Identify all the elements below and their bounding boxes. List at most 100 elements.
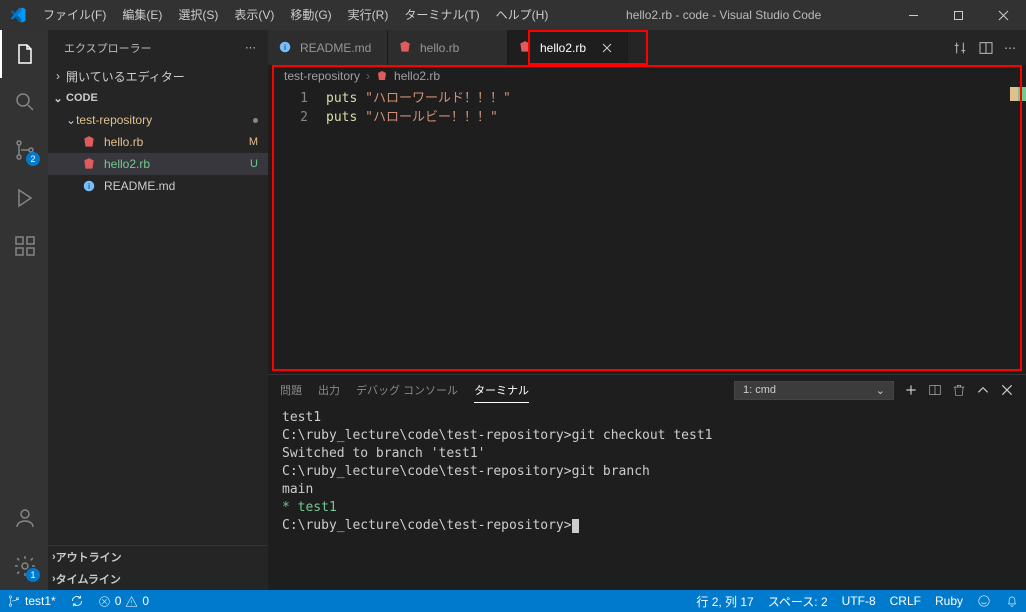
outline-label: アウトライン	[56, 549, 122, 565]
sidebar-more-icon[interactable]: ⋯	[245, 41, 258, 54]
status-language[interactable]: Ruby	[928, 594, 970, 608]
workspace-name: CODE	[66, 92, 98, 104]
token-identifier: puts	[326, 110, 357, 125]
panel-tab-problems[interactable]: 問題	[280, 378, 302, 402]
panel-tab-output[interactable]: 出力	[318, 378, 340, 402]
close-button[interactable]	[981, 0, 1026, 30]
status-branch-name: test1*	[25, 594, 56, 608]
info-file-icon: i	[278, 40, 294, 56]
terminal-line: C:\ruby_lecture\code\test-repository>	[282, 517, 1012, 535]
activity-run[interactable]	[0, 174, 48, 222]
menu-view[interactable]: 表示(V)	[226, 0, 282, 30]
code-area[interactable]: puts "ハローワールド！！！" puts "ハロールビー！！！"	[326, 87, 936, 374]
status-encoding[interactable]: UTF-8	[835, 594, 883, 608]
status-branch[interactable]: test1*	[0, 594, 63, 608]
menu-edit[interactable]: 編集(E)	[114, 0, 170, 30]
status-bar: test1* 0 0 行 2, 列 17 スペース: 2 UTF-8 CRLF …	[0, 590, 1026, 612]
kill-terminal-icon[interactable]	[952, 383, 966, 397]
code-line: puts "ハローワールド！！！"	[326, 89, 936, 108]
activity-search[interactable]	[0, 78, 48, 126]
minimap-marker-new	[1018, 87, 1026, 101]
menu-help[interactable]: ヘルプ(H)	[488, 0, 557, 30]
sidebar-title: エクスプローラー	[64, 40, 152, 56]
maximize-button[interactable]	[936, 0, 981, 30]
workspace-header[interactable]: ⌄ CODE	[48, 87, 268, 109]
scm-badge: 2	[26, 152, 40, 166]
minimize-button[interactable]	[891, 0, 936, 30]
minimap[interactable]	[936, 87, 1026, 374]
activity-explorer[interactable]	[0, 30, 48, 78]
status-warnings: 0	[142, 594, 149, 608]
breadcrumb-separator: ›	[366, 69, 370, 83]
open-editors-header[interactable]: › 開いているエディター	[48, 65, 268, 87]
breadcrumb[interactable]: test-repository › hello2.rb	[268, 65, 1026, 87]
terminal-line: main	[282, 481, 1012, 499]
terminal-line: * test1	[282, 499, 1012, 517]
compare-changes-icon[interactable]	[952, 40, 968, 56]
more-actions-icon[interactable]: ⋯	[1004, 41, 1016, 55]
window-controls	[891, 0, 1026, 30]
folder-test-repository[interactable]: ⌄ test-repository	[48, 109, 268, 131]
ruby-file-icon	[398, 40, 414, 56]
line-number: 1	[268, 89, 326, 108]
account-icon	[13, 506, 37, 530]
breadcrumb-folder[interactable]: test-repository	[284, 69, 360, 83]
run-debug-icon	[13, 186, 37, 210]
menu-file[interactable]: ファイル(F)	[35, 0, 114, 30]
menu-selection[interactable]: 選択(S)	[170, 0, 226, 30]
panel-tab-terminal[interactable]: ターミナル	[474, 378, 529, 403]
explorer-sidebar: エクスプローラー ⋯ › 開いているエディター ⌄ CODE ⌄ test-re…	[48, 30, 268, 590]
breadcrumb-file[interactable]: hello2.rb	[394, 69, 440, 83]
terminal-selector[interactable]: 1: cmd ⌄	[734, 381, 894, 400]
menu-terminal[interactable]: ターミナル(T)	[396, 0, 487, 30]
file-hello[interactable]: hello.rb M	[48, 131, 268, 153]
repo-status-dot	[253, 118, 258, 123]
sync-icon	[70, 594, 84, 608]
maximize-panel-icon[interactable]	[976, 383, 990, 397]
tab-hello2[interactable]: hello2.rb	[508, 30, 628, 65]
status-notifications[interactable]	[998, 594, 1026, 608]
menu-go[interactable]: 移動(G)	[282, 0, 339, 30]
status-feedback[interactable]	[970, 594, 998, 608]
status-spaces[interactable]: スペース: 2	[761, 593, 835, 610]
timeline-header[interactable]: › タイムライン	[48, 568, 268, 590]
minimap-marker-mod	[1010, 87, 1018, 101]
status-ln-col[interactable]: 行 2, 列 17	[689, 593, 760, 610]
ruby-file-icon	[518, 40, 534, 56]
panel-tabs: 問題 出力 デバッグ コンソール ターミナル 1: cmd ⌄	[268, 375, 1026, 405]
token-string: "ハローワールド！！！"	[365, 91, 511, 106]
activity-settings[interactable]: 1	[0, 542, 48, 590]
vscode-icon	[9, 6, 27, 24]
outline-header[interactable]: › アウトライン	[48, 546, 268, 568]
close-panel-icon[interactable]	[1000, 383, 1014, 397]
terminal-selector-label: 1: cmd	[743, 384, 776, 396]
file-readme[interactable]: i README.md	[48, 175, 268, 197]
line-gutter: 1 2	[268, 87, 326, 374]
activity-extensions[interactable]	[0, 222, 48, 270]
editor-tabs: i README.md hello.rb hello2.rb	[268, 30, 1026, 65]
window-title: hello2.rb - code - Visual Studio Code	[556, 8, 891, 22]
tab-readme[interactable]: i README.md	[268, 30, 388, 65]
status-eol[interactable]: CRLF	[883, 594, 928, 608]
split-editor-icon[interactable]	[978, 40, 994, 56]
new-terminal-icon[interactable]	[904, 383, 918, 397]
file-label: hello.rb	[104, 135, 143, 149]
terminal[interactable]: test1 C:\ruby_lecture\code\test-reposito…	[268, 405, 1026, 590]
split-terminal-icon[interactable]	[928, 383, 942, 397]
status-problems[interactable]: 0 0	[91, 594, 156, 608]
activity-accounts[interactable]	[0, 494, 48, 542]
menu-run[interactable]: 実行(R)	[340, 0, 397, 30]
activity-bar: 2 1	[0, 30, 48, 590]
tab-label: README.md	[300, 41, 371, 55]
terminal-line: C:\ruby_lecture\code\test-repository>git…	[282, 463, 1012, 481]
tab-close-icon[interactable]	[601, 42, 617, 54]
editor-body[interactable]: 1 2 puts "ハローワールド！！！" puts "ハロールビー！！！"	[268, 87, 1026, 374]
files-icon	[13, 42, 37, 66]
settings-badge: 1	[26, 568, 40, 582]
panel-tab-debug[interactable]: デバッグ コンソール	[356, 378, 458, 402]
file-hello2[interactable]: hello2.rb U	[48, 153, 268, 175]
tab-hello[interactable]: hello.rb	[388, 30, 508, 65]
activity-scm[interactable]: 2	[0, 126, 48, 174]
token-identifier: puts	[326, 91, 357, 106]
status-sync[interactable]	[63, 594, 91, 608]
